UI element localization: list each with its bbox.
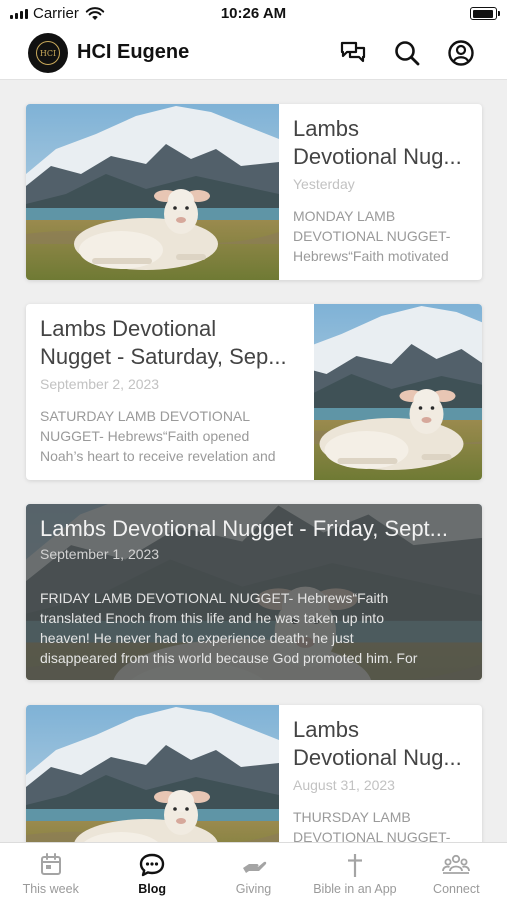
post-excerpt: SATURDAY LAMB DEVOTIONAL NUGGET- Hebrews… <box>40 408 276 464</box>
profile-icon[interactable] <box>446 38 476 68</box>
battery-icon <box>470 7 500 20</box>
post-text: Lambs Devotional Nug... Yesterday MONDAY… <box>293 104 473 266</box>
post-title: Lambs Devotional Nugget - Saturday, Sep.… <box>40 316 287 369</box>
post-title: Lambs Devotional Nugget - Friday, Sept..… <box>40 516 449 541</box>
tab-label: Connect <box>433 882 480 896</box>
chat-bubble-icon <box>139 853 165 877</box>
post-excerpt: FRIDAY LAMB DEVOTIONAL NUGGET- Hebrews“F… <box>40 590 418 666</box>
post-title: Lambs Devotional Nug... <box>293 116 462 169</box>
blog-feed[interactable]: Lambs Devotional Nug... Yesterday MONDAY… <box>0 80 507 842</box>
post-text: Lambs Devotional Nug... August 31, 2023 … <box>293 705 473 842</box>
app-header: HCI HCI Eugene <box>0 30 507 80</box>
bottom-tab-bar: This week Blog Giving Bible in an App Co… <box>0 842 507 900</box>
post-thumbnail <box>26 705 279 842</box>
tab-blog[interactable]: Blog <box>101 843 202 900</box>
blog-post-card[interactable]: Lambs Devotional Nug... Yesterday MONDAY… <box>26 104 482 280</box>
post-date: August 31, 2023 <box>293 777 395 793</box>
post-excerpt: THURSDAY LAMB DEVOTIONAL NUGGET- <box>293 809 451 842</box>
tab-giving[interactable]: Giving <box>203 843 304 900</box>
post-title: Lambs Devotional Nug... <box>293 717 462 770</box>
blog-post-card[interactable]: Lambs Devotional Nugget - Saturday, Sep.… <box>26 304 482 480</box>
status-time: 10:26 AM <box>220 5 287 22</box>
tab-connect[interactable]: Connect <box>406 843 507 900</box>
blog-post-card[interactable]: Lambs Devotional Nug... August 31, 2023 … <box>26 705 482 842</box>
tab-label: Blog <box>138 882 166 896</box>
battery-level <box>472 9 494 18</box>
post-thumbnail <box>26 104 279 280</box>
post-text: Lambs Devotional Nugget - Saturday, Sep.… <box>40 304 300 466</box>
post-excerpt: MONDAY LAMB DEVOTIONAL NUGGET- Hebrews“F… <box>293 208 451 264</box>
tab-bible-in-an-app[interactable]: Bible in an App <box>304 843 405 900</box>
people-icon <box>442 854 471 874</box>
hand-icon <box>242 861 266 873</box>
logo-mark: HCI <box>36 41 60 65</box>
post-text: Lambs Devotional Nugget - Friday, Sept..… <box>40 504 472 668</box>
tab-this-week[interactable]: This week <box>0 843 101 900</box>
tab-label: Giving <box>235 882 272 896</box>
status-bar: Carrier 10:26 AM <box>0 0 507 30</box>
tab-label: Bible in an App <box>313 882 397 896</box>
messages-icon[interactable] <box>338 38 368 68</box>
post-date: Yesterday <box>293 176 355 192</box>
search-icon[interactable] <box>392 38 422 68</box>
post-date: September 2, 2023 <box>40 376 160 392</box>
app-title: HCI Eugene <box>77 41 190 63</box>
calendar-icon <box>40 853 61 875</box>
church-logo[interactable]: HCI <box>28 33 68 73</box>
cross-icon <box>347 854 362 877</box>
blog-post-card-featured[interactable]: Lambs Devotional Nugget - Friday, Sept..… <box>26 504 482 680</box>
post-date: September 1, 2023 <box>40 546 160 562</box>
tab-label: This week <box>22 882 79 896</box>
post-thumbnail <box>314 304 482 480</box>
